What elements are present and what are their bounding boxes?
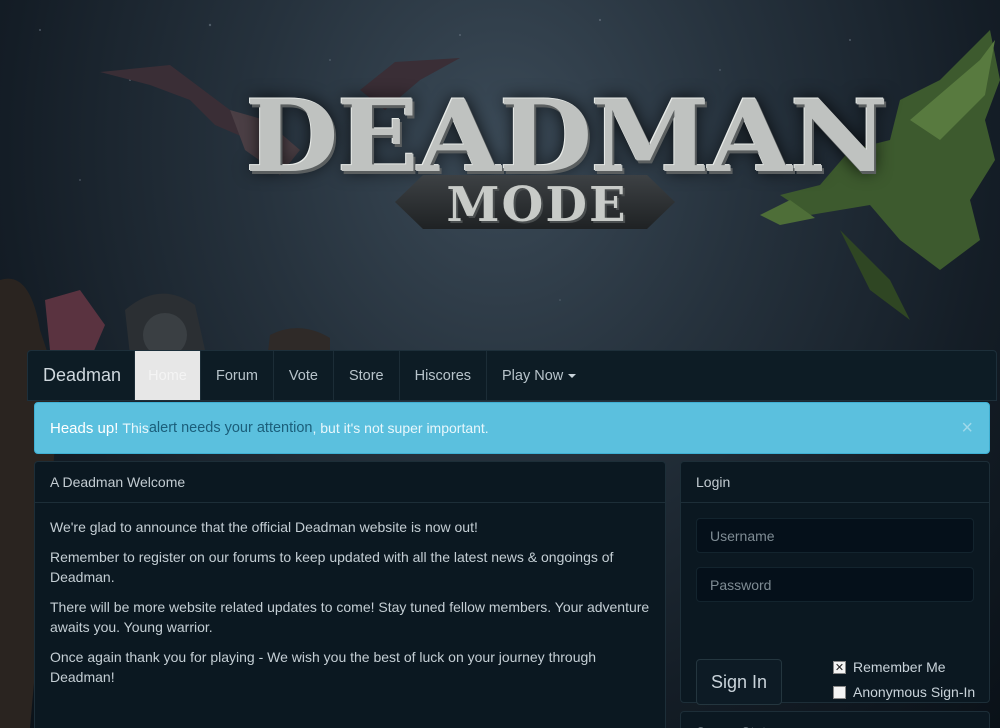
login-form: Sign In ✕ Remember Me Anonymous Sign-In bbox=[681, 503, 989, 705]
remember-me-checkbox[interactable]: ✕ Remember Me bbox=[833, 659, 946, 675]
welcome-paragraph: There will be more website related updat… bbox=[50, 599, 650, 635]
main-navbar: Deadman Home Forum Vote Store Hiscores P… bbox=[27, 350, 997, 401]
welcome-panel: A Deadman Welcome We're glad to announce… bbox=[34, 461, 666, 728]
username-input[interactable] bbox=[696, 518, 974, 553]
nav-vote[interactable]: Vote bbox=[272, 351, 333, 400]
sign-in-button[interactable]: Sign In bbox=[696, 659, 782, 705]
alert-link[interactable]: alert needs your attention bbox=[149, 420, 313, 436]
remember-me-label: Remember Me bbox=[853, 659, 946, 675]
welcome-heading: A Deadman Welcome bbox=[35, 462, 665, 503]
close-icon[interactable]: × bbox=[961, 417, 973, 440]
alert-text-after: , but it's not super important. bbox=[312, 420, 489, 436]
server-status-heading: Server Status bbox=[681, 712, 989, 728]
alert-strong: Heads up! bbox=[50, 419, 119, 437]
login-heading: Login bbox=[681, 462, 989, 503]
caret-down-icon bbox=[568, 373, 577, 378]
welcome-body: We're glad to announce that the official… bbox=[35, 503, 665, 711]
nav-play-now-label: Play Now bbox=[502, 367, 564, 384]
logo-title: DEADMAN bbox=[245, 79, 889, 195]
welcome-paragraph: Once again thank you for playing - We wi… bbox=[50, 649, 597, 685]
info-alert: Heads up! This alert needs your attentio… bbox=[34, 402, 990, 454]
welcome-paragraph: We're glad to announce that the official… bbox=[50, 519, 478, 535]
anonymous-signin-label: Anonymous Sign-In bbox=[853, 684, 976, 700]
anonymous-signin-checkbox[interactable]: Anonymous Sign-In bbox=[833, 684, 975, 700]
logo-subtitle: MODE bbox=[446, 177, 628, 233]
nav-forum[interactable]: Forum bbox=[200, 351, 273, 400]
nav-hiscores[interactable]: Hiscores bbox=[398, 351, 486, 400]
alert-text-before: This bbox=[122, 420, 149, 436]
nav-store[interactable]: Store bbox=[332, 351, 399, 400]
welcome-paragraph: Remember to register on our forums to ke… bbox=[50, 549, 614, 585]
checked-checkbox-icon[interactable]: ✕ bbox=[833, 660, 846, 674]
unchecked-checkbox-icon[interactable] bbox=[833, 685, 846, 699]
password-input[interactable] bbox=[696, 567, 974, 602]
server-status-panel: Server Status bbox=[680, 711, 990, 728]
navbar-brand[interactable]: Deadman bbox=[28, 351, 134, 400]
nav-home[interactable]: Home bbox=[134, 351, 200, 400]
login-panel: Login Sign In ✕ Remember Me Anonymous Si… bbox=[680, 461, 990, 705]
nav-play-now-dropdown[interactable]: Play Now bbox=[486, 351, 591, 400]
